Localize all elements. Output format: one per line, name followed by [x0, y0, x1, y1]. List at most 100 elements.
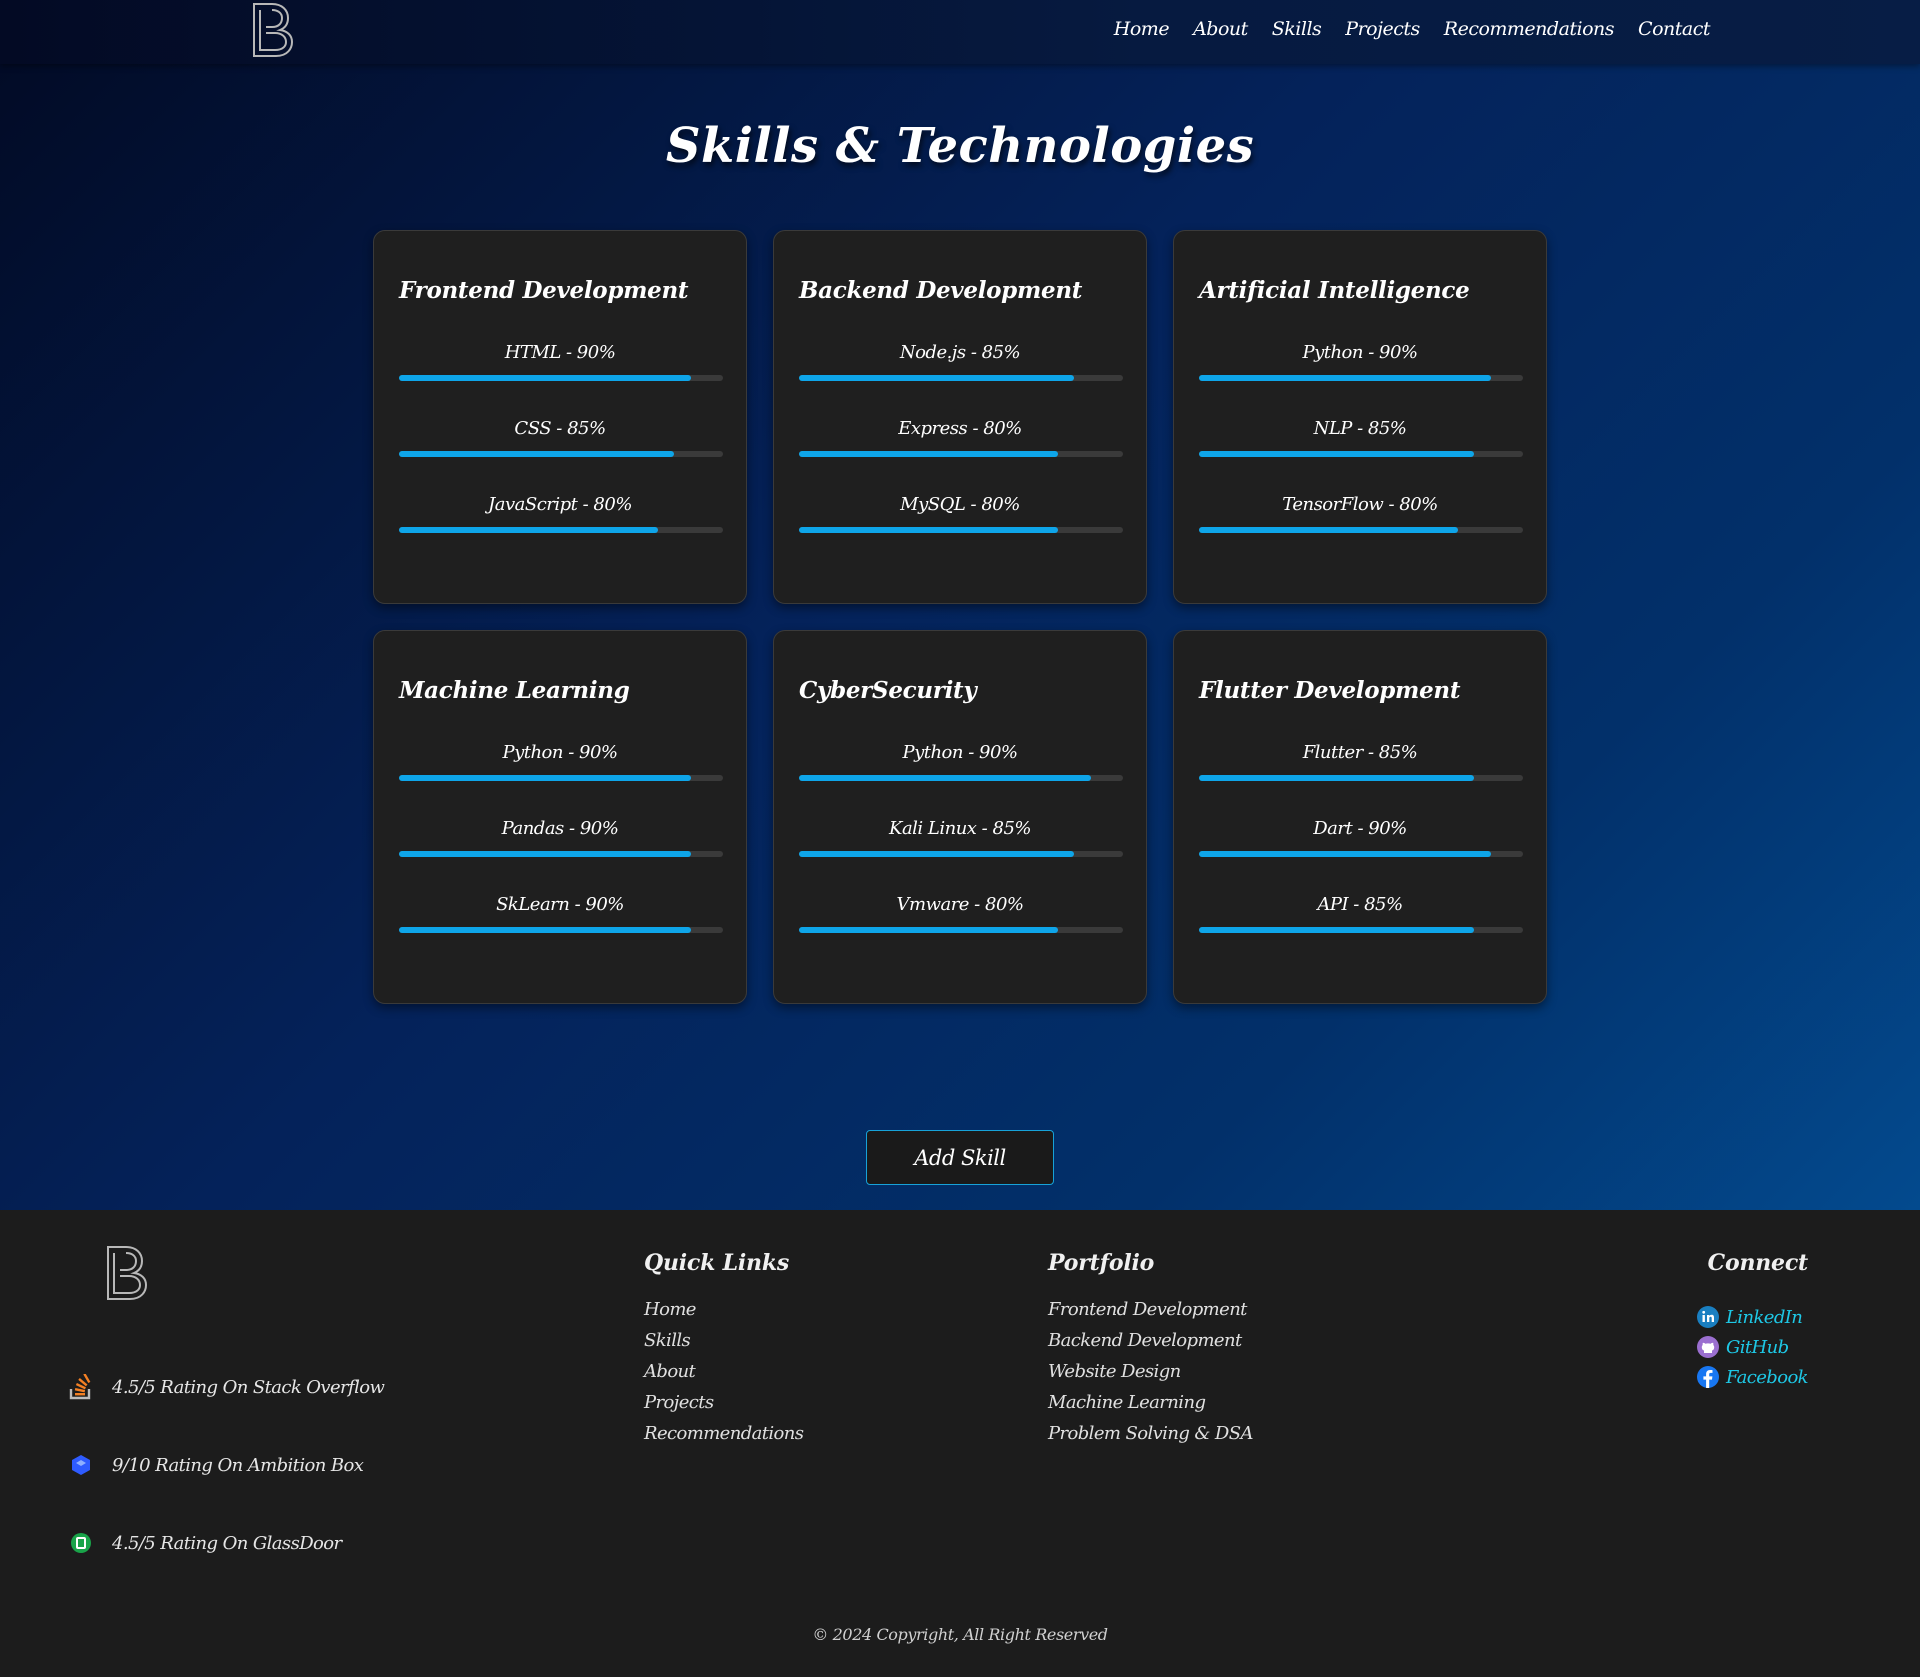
footer-link-about[interactable]: About — [644, 1356, 803, 1387]
skill-progress-bar — [399, 527, 723, 533]
skill-label: HTML - 90% — [504, 342, 616, 363]
rating-text: 4.5/5 Rating On GlassDoor — [112, 1532, 342, 1554]
connect-title: Connect — [1707, 1250, 1809, 1276]
facebook-icon — [1696, 1366, 1719, 1388]
skill-item: Python - 90% — [399, 741, 723, 781]
nav-home-link[interactable]: Home — [1114, 18, 1170, 40]
github-label: GitHub — [1725, 1336, 1789, 1358]
skill-progress-fill — [799, 375, 1075, 381]
skill-progress-fill — [1199, 851, 1491, 857]
skill-item: Flutter - 85% — [1199, 741, 1523, 781]
skill-label: Express - 80% — [898, 418, 1022, 439]
skill-progress-bar — [1199, 927, 1523, 933]
skill-progress-bar — [799, 851, 1123, 857]
github-link[interactable]: GitHub — [1696, 1332, 1789, 1362]
portfolio-link-website-design[interactable]: Website Design — [1048, 1356, 1253, 1387]
connect-column: Connect LinkedIn GitHub Facebook — [1696, 1250, 1809, 1392]
stack-overflow-icon — [68, 1374, 94, 1400]
skill-progress-bar — [399, 851, 723, 857]
skill-progress-bar — [399, 927, 723, 933]
footer-link-skills[interactable]: Skills — [644, 1325, 803, 1356]
skills-section-background: Home About Skills Projects Recommendatio… — [0, 0, 1920, 1210]
linkedin-link[interactable]: LinkedIn — [1696, 1302, 1803, 1332]
skill-progress-fill — [799, 851, 1075, 857]
skill-item: HTML - 90% — [399, 341, 723, 381]
portfolio-column: Portfolio Frontend Development Backend D… — [1048, 1250, 1253, 1449]
skill-progress-fill — [399, 775, 691, 781]
portfolio-title: Portfolio — [1048, 1250, 1155, 1276]
footer-link-projects[interactable]: Projects — [644, 1387, 803, 1418]
skill-progress-bar — [399, 375, 723, 381]
skill-label: NLP - 85% — [1313, 418, 1407, 439]
skill-progress-fill — [399, 375, 691, 381]
skill-item: Python - 90% — [799, 741, 1123, 781]
rating-text: 9/10 Rating On Ambition Box — [112, 1454, 364, 1476]
skill-progress-bar — [1199, 451, 1523, 457]
github-icon — [1696, 1336, 1719, 1358]
skill-card-title: Machine Learning — [399, 677, 630, 704]
quick-links-title: Quick Links — [644, 1250, 790, 1276]
rating-text: 4.5/5 Rating On Stack Overflow — [112, 1376, 385, 1398]
skill-progress-bar — [799, 375, 1123, 381]
b-monogram-logo[interactable] — [248, 2, 296, 58]
skill-progress-bar — [1199, 375, 1523, 381]
portfolio-link-backend[interactable]: Backend Development — [1048, 1325, 1253, 1356]
skill-progress-fill — [799, 775, 1091, 781]
skill-progress-bar — [1199, 527, 1523, 533]
skill-card-title: Frontend Development — [399, 277, 689, 304]
b-monogram-logo[interactable] — [102, 1244, 150, 1302]
skill-item: Pandas - 90% — [399, 817, 723, 857]
skill-label: Python - 90% — [502, 742, 618, 763]
skill-label: Python - 90% — [1302, 342, 1418, 363]
skill-progress-fill — [799, 927, 1059, 933]
skill-item: NLP - 85% — [1199, 417, 1523, 457]
footer: 4.5/5 Rating On Stack Overflow 9/10 Rati… — [0, 1210, 1920, 1677]
skill-label: Python - 90% — [902, 742, 1018, 763]
skill-label: TensorFlow - 80% — [1282, 494, 1438, 515]
rating-item: 4.5/5 Rating On Stack Overflow — [68, 1372, 385, 1402]
skill-progress-bar — [799, 927, 1123, 933]
skill-item: Python - 90% — [1199, 341, 1523, 381]
linkedin-label: LinkedIn — [1725, 1306, 1803, 1328]
skill-item: JavaScript - 80% — [399, 493, 723, 533]
rating-item: 4.5/5 Rating On GlassDoor — [68, 1528, 384, 1558]
ratings-list: 4.5/5 Rating On Stack Overflow 9/10 Rati… — [68, 1372, 385, 1606]
navbar: Home About Skills Projects Recommendatio… — [0, 0, 1920, 64]
skill-card-title: CyberSecurity — [799, 677, 977, 704]
skill-progress-bar — [799, 527, 1123, 533]
facebook-link[interactable]: Facebook — [1696, 1362, 1809, 1392]
portfolio-link-machine-learning[interactable]: Machine Learning — [1048, 1387, 1253, 1418]
skill-progress-fill — [1199, 775, 1475, 781]
skill-label: Dart - 90% — [1313, 818, 1407, 839]
skill-progress-fill — [399, 927, 691, 933]
skill-label: Kali Linux - 85% — [889, 818, 1032, 839]
skill-label: SkLearn - 90% — [496, 894, 624, 915]
skill-item: Vmware - 80% — [799, 893, 1123, 933]
skill-card: Flutter Development Flutter - 85% Dart - 9… — [1173, 630, 1547, 1004]
skill-item: API - 85% — [1199, 893, 1523, 933]
skill-progress-bar — [1199, 775, 1523, 781]
add-skill-button[interactable]: Add Skill — [866, 1130, 1054, 1185]
skill-label: JavaScript - 80% — [488, 494, 632, 515]
skill-progress-bar — [399, 451, 723, 457]
portfolio-link-dsa[interactable]: Problem Solving & DSA — [1048, 1418, 1253, 1449]
skill-item: CSS - 85% — [399, 417, 723, 457]
skill-label: Vmware - 80% — [896, 894, 1025, 915]
skill-progress-fill — [399, 851, 691, 857]
footer-link-recommendations[interactable]: Recommendations — [644, 1418, 804, 1449]
copyright-text: © 2024 Copyright, All Right Reserved — [812, 1625, 1108, 1644]
skill-progress-fill — [1199, 527, 1459, 533]
nav-skills-link[interactable]: Skills — [1272, 18, 1322, 40]
footer-link-home[interactable]: Home — [644, 1294, 803, 1325]
nav-projects-link[interactable]: Projects — [1345, 18, 1420, 40]
section-title: Skills & Technologies — [665, 118, 1255, 174]
nav-recommendations-link[interactable]: Recommendations — [1444, 18, 1615, 40]
skill-item: Kali Linux - 85% — [799, 817, 1123, 857]
nav-contact-link[interactable]: Contact — [1638, 18, 1710, 40]
linkedin-icon — [1696, 1306, 1719, 1328]
skill-progress-bar — [1199, 851, 1523, 857]
nav-links: Home About Skills Projects Recommendatio… — [1114, 18, 1711, 40]
nav-about-link[interactable]: About — [1193, 18, 1248, 40]
skill-label: CSS - 85% — [514, 418, 606, 439]
portfolio-link-frontend[interactable]: Frontend Development — [1048, 1294, 1253, 1325]
